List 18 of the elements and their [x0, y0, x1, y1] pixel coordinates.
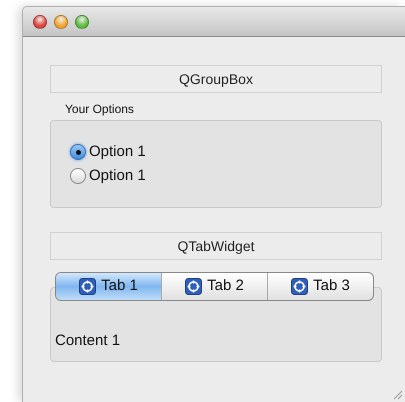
tab[interactable]: Tab 2	[162, 273, 268, 300]
radio-option[interactable]: Option 1	[70, 143, 146, 161]
window-control-button[interactable]	[54, 14, 68, 28]
window-control-button[interactable]	[75, 14, 89, 28]
group-title: Your Options	[65, 101, 135, 117]
radio-button[interactable]	[70, 168, 86, 184]
tab-content: Content 1	[55, 331, 120, 351]
tab[interactable]: Tab 1	[56, 273, 162, 300]
resize-grip-icon[interactable]	[391, 388, 403, 400]
header-label: QGroupBox	[50, 65, 382, 93]
app-icon	[291, 278, 308, 295]
window-control-button[interactable]	[33, 14, 47, 28]
tab[interactable]: Tab 3	[268, 273, 373, 300]
radio-option[interactable]: Option 1	[70, 167, 146, 185]
app-icon	[79, 278, 96, 295]
radio-button[interactable]	[70, 144, 86, 160]
header-label: QTabWidget	[50, 232, 382, 260]
app-icon	[185, 278, 202, 295]
